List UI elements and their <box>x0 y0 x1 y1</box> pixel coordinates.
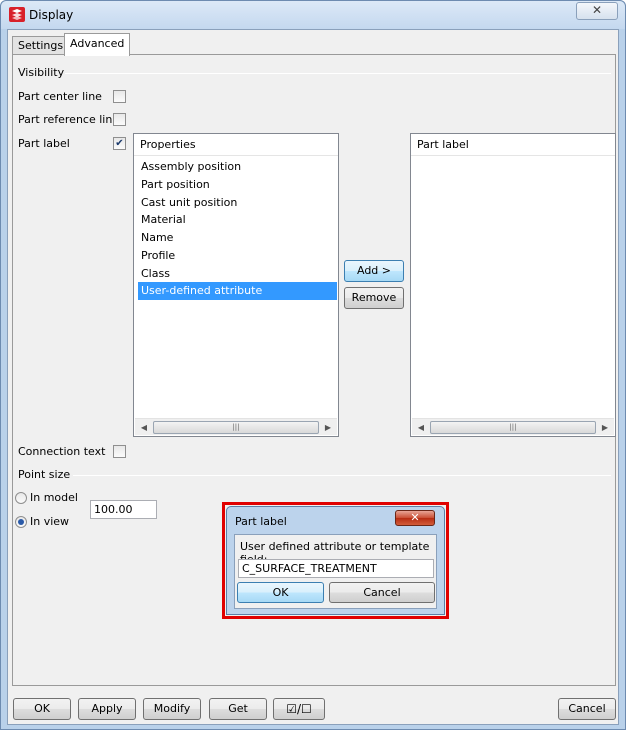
red-highlight-frame <box>222 502 449 619</box>
checkmark-icon: ✔ <box>115 138 124 149</box>
part-label-list-header: Part label <box>411 134 615 156</box>
modify-button[interactable]: Modify <box>143 698 201 720</box>
scroll-thumb[interactable]: ||| <box>430 421 596 434</box>
list-item[interactable]: Assembly position <box>138 158 337 176</box>
window-close-button[interactable]: ✕ <box>576 2 618 20</box>
list-item[interactable]: Name <box>138 229 337 247</box>
point-size-group-label: Point size <box>18 468 71 481</box>
scroll-right-icon[interactable]: ▶ <box>598 421 612 434</box>
remove-button[interactable]: Remove <box>344 287 404 309</box>
title-bar[interactable]: Display ✕ <box>1 1 625 29</box>
scroll-thumb[interactable]: ||| <box>153 421 319 434</box>
ok-button[interactable]: OK <box>13 698 71 720</box>
get-button[interactable]: Get <box>209 698 267 720</box>
in-view-radio[interactable] <box>15 516 27 528</box>
select-toggle-button[interactable]: ☑/☐ <box>273 698 325 720</box>
connection-text-checkbox[interactable] <box>113 445 126 458</box>
dialog-client-area: Settings Advanced Visibility Part center… <box>7 29 619 725</box>
scroll-left-icon[interactable]: ◀ <box>137 421 151 434</box>
part-label-list[interactable]: Part label ◀ ||| ▶ <box>410 133 616 437</box>
bottom-button-bar: OK Apply Modify Get ☑/☐ Cancel <box>8 692 618 724</box>
visibility-divider <box>65 73 611 74</box>
list-item[interactable]: Profile <box>138 247 337 265</box>
tab-settings[interactable]: Settings <box>12 36 70 55</box>
list-item-selected[interactable]: User-defined attribute <box>138 282 337 300</box>
properties-list[interactable]: Properties Assembly position Part positi… <box>133 133 339 437</box>
part-reference-line-label: Part reference line <box>18 113 120 126</box>
in-model-radio[interactable] <box>15 492 27 504</box>
part-center-line-label: Part center line <box>18 90 102 103</box>
close-icon: ✕ <box>591 3 603 17</box>
add-button[interactable]: Add > <box>344 260 404 282</box>
visibility-group-label: Visibility <box>18 66 65 79</box>
connection-text-label: Connection text <box>18 445 106 458</box>
display-window: Display ✕ Settings Advanced Visibility P… <box>0 0 626 730</box>
point-size-input[interactable]: 100.00 <box>90 500 157 519</box>
apply-button[interactable]: Apply <box>78 698 136 720</box>
cancel-button[interactable]: Cancel <box>558 698 616 720</box>
part-label-label: Part label <box>18 137 70 150</box>
in-view-label: In view <box>30 515 70 528</box>
part-label-checkbox[interactable]: ✔ <box>113 137 126 150</box>
list-item[interactable]: Material <box>138 211 337 229</box>
properties-list-header: Properties <box>134 134 338 156</box>
part-reference-line-checkbox[interactable] <box>113 113 126 126</box>
tab-advanced[interactable]: Advanced <box>64 33 131 56</box>
part-center-line-checkbox[interactable] <box>113 90 126 103</box>
properties-horizontal-scrollbar[interactable]: ◀ ||| ▶ <box>135 418 337 435</box>
list-item[interactable]: Class <box>138 265 337 283</box>
in-model-label: In model <box>30 491 78 504</box>
list-item[interactable]: Cast unit position <box>138 194 337 212</box>
tekla-app-icon <box>9 7 25 22</box>
scroll-right-icon[interactable]: ▶ <box>321 421 335 434</box>
point-size-divider <box>73 475 611 476</box>
part-label-horizontal-scrollbar[interactable]: ◀ ||| ▶ <box>412 418 614 435</box>
list-item[interactable]: Part position <box>138 176 337 194</box>
window-title: Display <box>29 8 74 22</box>
scroll-left-icon[interactable]: ◀ <box>414 421 428 434</box>
